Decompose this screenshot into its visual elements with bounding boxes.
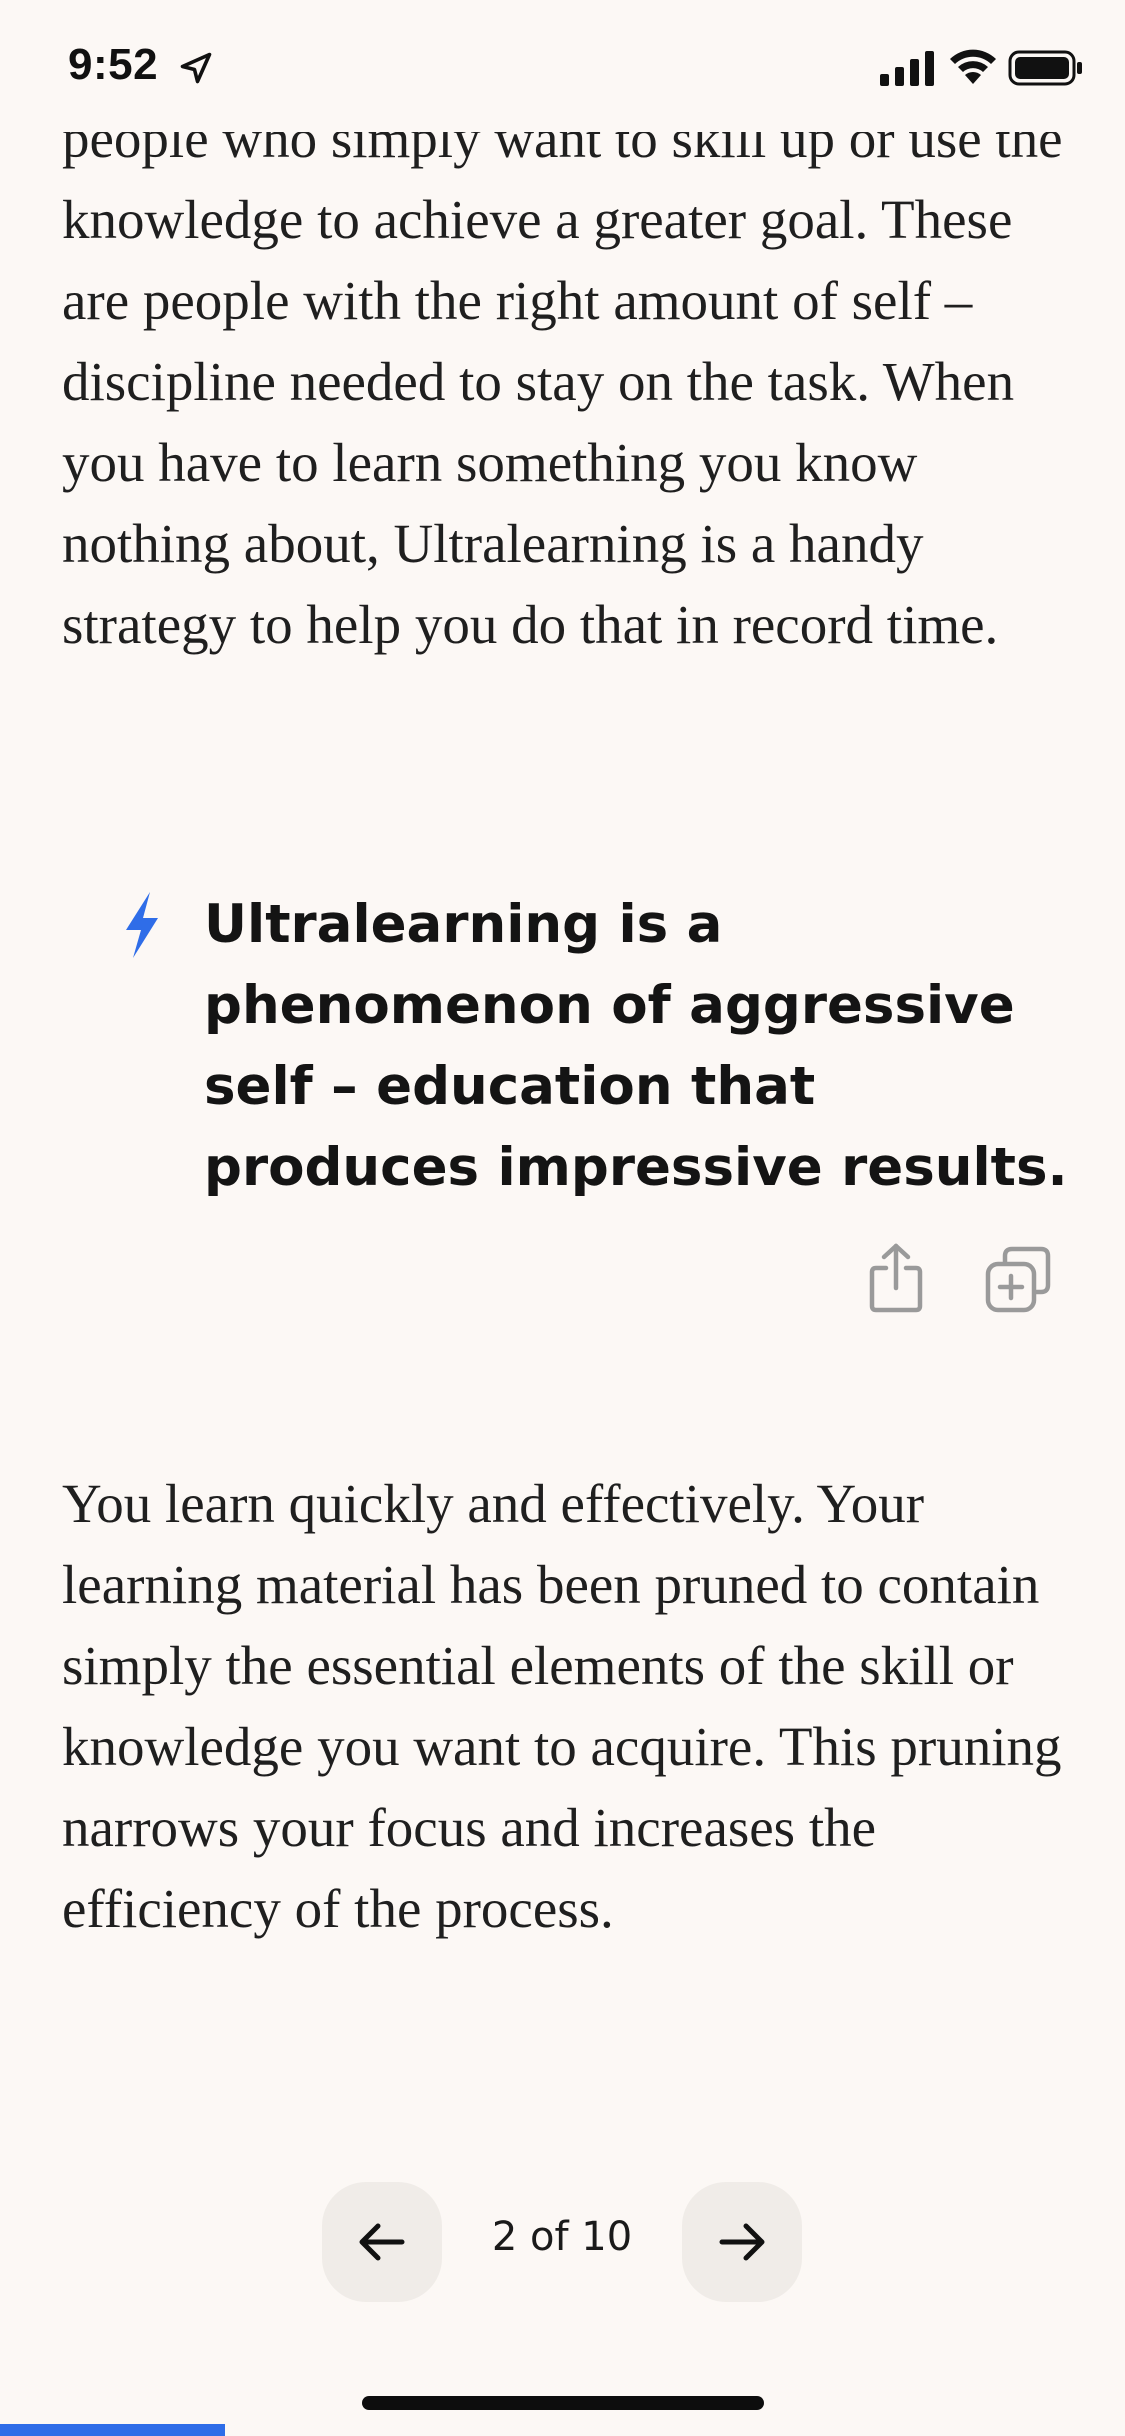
- home-indicator: [362, 2396, 764, 2410]
- previous-page-button[interactable]: [322, 2182, 442, 2302]
- share-icon[interactable]: [866, 1242, 926, 1314]
- status-time: 9:52: [68, 40, 159, 89]
- arrow-right-icon: [719, 2223, 765, 2261]
- next-page-button[interactable]: [682, 2182, 802, 2302]
- cellular-signal-icon: [880, 51, 934, 86]
- reading-progress-bar: [0, 2424, 225, 2436]
- battery-icon: [1008, 50, 1082, 86]
- highlight-quote: Ultralearning is a phenomenon of aggress…: [204, 894, 1068, 1198]
- status-bar: 9:52: [0, 0, 1125, 132]
- body-paragraph-bottom: You learn quickly and effectively. Your …: [62, 1473, 1062, 1939]
- location-arrow-icon: [180, 52, 212, 84]
- page-indicator: 2 of 10: [491, 2214, 633, 2260]
- add-to-collection-icon[interactable]: [983, 1244, 1053, 1314]
- bolt-icon: [126, 892, 158, 958]
- arrow-left-icon: [359, 2223, 405, 2261]
- wifi-icon: [950, 49, 996, 84]
- body-paragraph-top: people who simply want to skill up or us…: [62, 108, 1063, 655]
- pagination: 2 of 10: [0, 2182, 1125, 2302]
